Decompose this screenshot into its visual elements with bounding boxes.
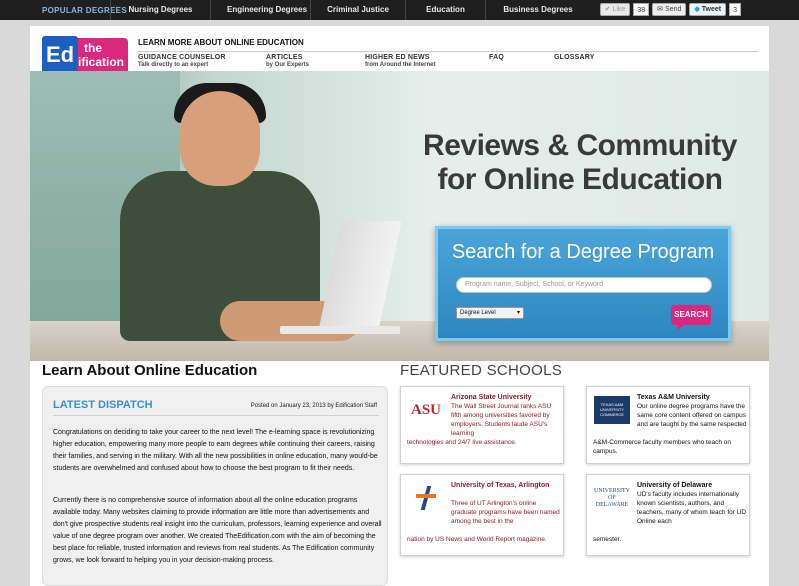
program-search-input[interactable]: Program name, Subject, School, or Keywor… [456, 277, 712, 293]
chevron-down-icon: ▾ [516, 310, 520, 316]
school-card-tamu[interactable]: TEXAS A&M UNIVERSITY COMMERCE Texas A&M … [586, 386, 750, 464]
dispatch-divider [53, 415, 379, 416]
school-name[interactable]: University of Delaware [637, 481, 747, 490]
school-description: UD's faculty includes internationally kn… [637, 491, 747, 525]
logo-ification: ification [78, 55, 125, 69]
nav-business-degrees[interactable]: Business Degrees [485, 0, 590, 20]
posted-date: Posted on January 23, 2013 by Edificatio… [250, 403, 377, 409]
school-description-cont: A&M-Commerce faculty members who teach o… [593, 439, 731, 455]
school-description-cont: nation by US News and World Report magaz… [407, 536, 547, 543]
send-icon: ✉ [657, 6, 664, 13]
school-name[interactable]: Arizona State University [451, 393, 561, 402]
like-button[interactable]: ✔ Like [599, 3, 631, 16]
udel-logo: UNIVERSITY OF DELAWARE [594, 487, 630, 508]
asu-logo: ASU [410, 401, 441, 418]
thumbs-up-icon: ✔ [604, 6, 611, 13]
learn-more-heading: LEARN MORE ABOUT ONLINE EDUCATION [138, 38, 304, 47]
laptop-base [280, 326, 400, 334]
school-description-cont: semester. [593, 536, 622, 543]
nav-guidance-counselor[interactable]: GUIDANCE COUNSELOR Talk directly to an e… [138, 54, 226, 68]
school-card-udel[interactable]: UNIVERSITY OF DELAWARE University of Del… [586, 474, 750, 556]
nav-education[interactable]: Education [405, 0, 485, 20]
header-divider [138, 51, 758, 52]
nav-nursing-degrees[interactable]: Nursing Degrees [110, 0, 210, 20]
send-button[interactable]: ✉ Send [652, 3, 687, 16]
tweet-count: 3 [729, 3, 741, 16]
school-description: Three of UT Arlington's online graduate … [451, 500, 560, 525]
social-buttons: ✔ Like 38 ✉ Send ◆ Tweet 3 [599, 3, 741, 16]
nav-faq[interactable]: FAQ [489, 54, 504, 61]
latest-dispatch-title[interactable]: LATEST DISPATCH [53, 399, 153, 411]
degree-level-select[interactable]: Degree Level ▾ [456, 307, 524, 319]
nav-higher-ed-news[interactable]: HIGHER ED NEWS from Around the Internet [365, 54, 435, 68]
tamu-logo: TEXAS A&M UNIVERSITY COMMERCE [593, 395, 631, 425]
school-description-cont: technologies and 24/7 live assistance. [407, 439, 517, 446]
nav-glossary[interactable]: GLOSSARY [554, 54, 595, 61]
hero-banner: Reviews & Community for Online Education… [30, 71, 769, 361]
latest-dispatch-panel: LATEST DISPATCH Posted on January 23, 20… [42, 386, 388, 586]
hero-headline: Reviews & Community for Online Education [423, 129, 737, 196]
search-button-tail [678, 324, 685, 330]
logo-ed: Ed [42, 36, 78, 76]
logo-the: the [84, 41, 102, 55]
popular-degrees-label: POPULAR DEGREES [42, 5, 127, 15]
school-card-uta[interactable]: University of Texas, Arlington Three of … [400, 474, 564, 556]
school-card-asu[interactable]: ASU Arizona State University The Wall St… [400, 386, 564, 464]
nav-criminal-justice[interactable]: Criminal Justice [310, 0, 405, 20]
featured-schools-heading: FEATURED SCHOOLS [400, 362, 563, 379]
uta-logo [407, 483, 445, 513]
hero-student-photo [100, 83, 360, 351]
school-name[interactable]: University of Texas, Arlington [451, 481, 551, 490]
like-count: 38 [633, 3, 650, 16]
search-panel-title: Search for a Degree Program [451, 241, 715, 263]
school-description: The Wall Street Journal ranks ASU fifth … [451, 403, 552, 437]
nav-articles[interactable]: ARTICLES by Our Experts [266, 54, 309, 68]
dispatch-paragraph-1: Congratulations on deciding to take your… [53, 429, 378, 472]
dispatch-paragraph-2: Currently there is no comprehensive sour… [53, 497, 382, 564]
main-container: the ification Ed LEARN MORE ABOUT ONLINE… [30, 26, 769, 586]
search-button[interactable]: SEARCH [671, 305, 711, 325]
learn-about-heading: Learn About Online Education [42, 362, 258, 379]
nav-engineering-degrees[interactable]: Engineering Degrees [210, 0, 310, 20]
school-description: Our online degree programs have the same… [637, 403, 747, 428]
school-name[interactable]: Texas A&M University [637, 393, 747, 402]
degree-search-panel: Search for a Degree Program Program name… [435, 226, 731, 341]
bird-icon: ◆ [694, 6, 700, 13]
top-bar: POPULAR DEGREES Nursing Degrees Engineer… [0, 0, 799, 20]
tweet-button[interactable]: ◆ Tweet [689, 3, 727, 16]
